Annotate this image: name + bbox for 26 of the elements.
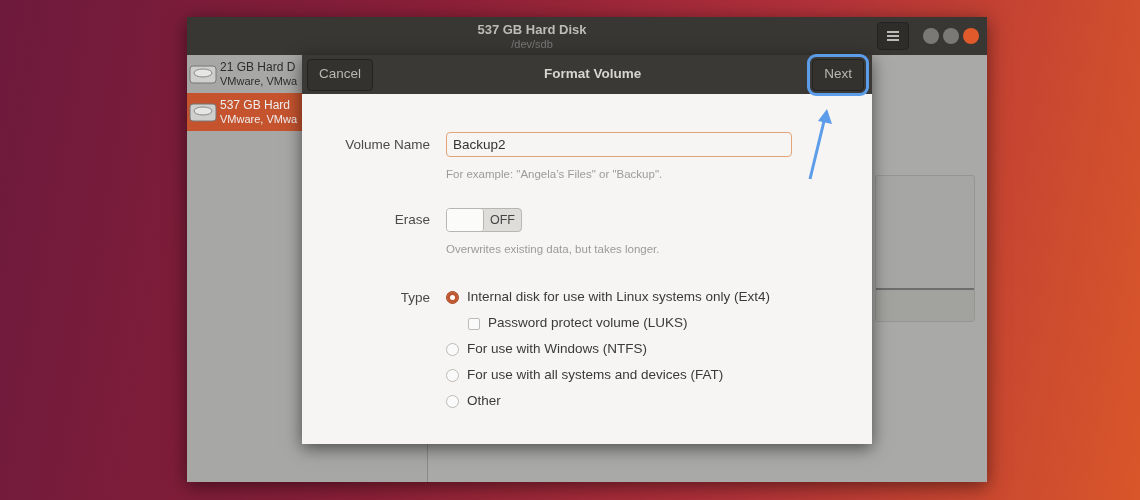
field-label: Type: [399, 288, 430, 307]
window-subtitle: /dev/sdb: [511, 37, 553, 50]
volume-name-field[interactable]: Backup2: [446, 132, 792, 157]
disk-name: 537 GB Hard: [220, 97, 292, 113]
menu-icon: [887, 31, 899, 41]
cancel-button[interactable]: Cancel: [307, 58, 374, 91]
disk-name: 21 GB Hard D: [220, 59, 297, 75]
field-label: Erase: [393, 211, 430, 230]
erase-toggle[interactable]: OFF: [446, 208, 522, 233]
radio-option[interactable]: Other: [446, 388, 771, 415]
field-label: Volume Name: [344, 136, 430, 154]
close-button[interactable]: [963, 28, 979, 44]
maximize-button[interactable]: [943, 28, 959, 44]
dialog-title: Format Volume: [544, 65, 642, 84]
hint-text: For example: "Angela’s Files" or "Backup".: [446, 167, 664, 182]
window-title: 537 GB Hard Disk: [477, 22, 587, 38]
annotation-arrow: [808, 109, 832, 180]
disk-vendor: VMware, VMwa: [220, 74, 298, 89]
disk-vendor: VMware, VMwa: [220, 112, 298, 127]
menu-button[interactable]: [877, 22, 909, 50]
checkbox-option[interactable]: Password protect volume (LUKS): [468, 310, 771, 337]
radio-option[interactable]: Internal disk for use with Linux systems only (Ext4): [446, 284, 771, 311]
radio-option[interactable]: For use with Windows (NTFS): [446, 336, 771, 363]
radio-option[interactable]: For use with all systems and devices (FAT): [446, 362, 771, 389]
minimize-button[interactable]: [923, 28, 939, 44]
hint-text: Overwrites existing data, but takes longer.: [446, 242, 660, 258]
